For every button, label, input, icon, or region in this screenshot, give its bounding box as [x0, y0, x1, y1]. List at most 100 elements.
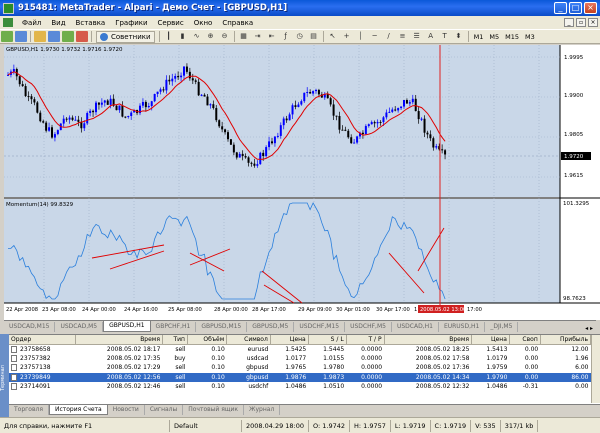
candle-body	[361, 132, 364, 135]
chart-tab[interactable]: EURUSD,H1	[439, 322, 486, 332]
timeframe-m3[interactable]: M3	[522, 33, 538, 41]
child-restore-button[interactable]: ▫	[576, 18, 586, 27]
candle-body	[177, 76, 180, 78]
terminal-tab[interactable]: История Счета	[48, 405, 108, 415]
templates-icon[interactable]: ▤	[308, 31, 320, 42]
column-header[interactable]: Цена	[270, 335, 309, 345]
candle-body	[121, 105, 124, 117]
order-cell: 1.0179	[486, 354, 508, 362]
tile-windows-icon[interactable]: ▦	[238, 31, 250, 42]
terminal-tab[interactable]: Сигналы	[145, 405, 184, 415]
navigator-icon[interactable]	[62, 31, 74, 42]
autoscroll-icon[interactable]: ⇥	[252, 31, 264, 42]
arrows-icon[interactable]: ⬍	[453, 31, 465, 42]
child-minimize-button[interactable]: _	[564, 18, 574, 27]
chart-tab[interactable]: GBPUSD,M15	[196, 322, 248, 332]
menu-charts[interactable]: Графики	[110, 19, 152, 27]
terminal-scrollbar[interactable]	[591, 335, 600, 403]
column-header[interactable]: Цена	[471, 335, 510, 345]
minimize-button[interactable]: _	[554, 2, 567, 14]
candle-body	[303, 92, 306, 102]
menu-help[interactable]: Справка	[217, 19, 258, 27]
chart-tabs-scroll-icon[interactable]: ◂ ▸	[582, 325, 596, 332]
maximize-button[interactable]: □	[569, 2, 582, 14]
column-header[interactable]: Прибыль	[540, 335, 592, 345]
timeframe-m15[interactable]: M15	[502, 33, 522, 41]
candle-body	[367, 124, 370, 127]
chart-tabs: USDCAD,M15 USDCAD,M5 GBPUSD,H1 GBPCHF,H1 GBP…	[4, 320, 596, 332]
menu-view[interactable]: Вид	[46, 19, 70, 27]
line-chart-icon[interactable]: ∿	[191, 31, 203, 42]
order-cell: 2008.05.02 17:36	[415, 364, 470, 372]
chart-tab[interactable]: USDCAD,M15	[4, 322, 56, 332]
order-row[interactable]: 23757138 2008.05.02 17:29 sell 0.10 gbpusd 1.…	[9, 363, 591, 373]
bar-chart-icon[interactable]: ┃	[163, 31, 175, 42]
candle-chart-icon[interactable]: ▮	[177, 31, 189, 42]
chart-tab[interactable]: USDCAD,H1	[392, 322, 439, 332]
order-row[interactable]: 23758658 2008.05.02 18:17 sell 0.10 eurusd 1.…	[9, 344, 591, 354]
horizontal-line-icon[interactable]: ─	[369, 31, 381, 42]
column-header[interactable]: Время	[384, 335, 472, 345]
column-header[interactable]: Своп	[509, 335, 541, 345]
column-header[interactable]: Объём	[187, 335, 228, 345]
periods-icon[interactable]: ◷	[294, 31, 306, 42]
order-row[interactable]: 23714091 2008.05.02 12:46 sell 0.10 usdchf 1.…	[9, 382, 591, 392]
candle-body	[109, 98, 112, 105]
terminal-tab[interactable]: Новости	[108, 405, 145, 415]
column-header[interactable]: Тип	[162, 335, 188, 345]
market-watch-icon[interactable]	[34, 31, 46, 42]
column-header[interactable]: Символ	[226, 335, 271, 345]
child-close-button[interactable]: ×	[588, 18, 598, 27]
order-cell: 0.10	[211, 364, 225, 372]
trendline-icon[interactable]: /	[383, 31, 395, 42]
chart-tab[interactable]: USDCHF,M5	[345, 322, 392, 332]
indicators-icon[interactable]: ƒ	[280, 31, 292, 42]
price-chart[interactable]: 1.9995 1.9900 1.9805 1.9615 1.9720 101.3295 98…	[4, 45, 600, 320]
chart-shift-icon[interactable]: ⇤	[266, 31, 278, 42]
label-icon[interactable]: T	[439, 31, 451, 42]
channel-icon[interactable]: ≡	[397, 31, 409, 42]
chart-tab[interactable]: GBPUSD,M5	[247, 322, 295, 332]
close-button[interactable]: ×	[584, 2, 597, 14]
expert-advisors-button[interactable]: Советники	[96, 30, 155, 43]
order-cell: 0.0000	[361, 354, 383, 362]
chart-tab[interactable]: USDCHF,M15	[294, 322, 346, 332]
menu-tools[interactable]: Сервис	[153, 19, 189, 27]
zoom-out-icon[interactable]: ⊖	[219, 31, 231, 42]
column-header[interactable]: Ордер	[9, 335, 76, 345]
chart-tab[interactable]: GBPCHF,H1	[151, 322, 197, 332]
column-header[interactable]: S / L	[308, 335, 347, 345]
cursor-icon[interactable]: ↖	[327, 31, 339, 42]
crosshair-icon[interactable]: +	[341, 31, 353, 42]
column-header[interactable]: T / P	[346, 335, 385, 345]
candle-body	[150, 101, 153, 107]
vertical-line-icon[interactable]: │	[355, 31, 367, 42]
timeframe-m1[interactable]: M1	[471, 33, 487, 41]
terminal-tab[interactable]: Журнал	[244, 405, 281, 415]
column-header[interactable]: Время	[75, 335, 163, 345]
candle-body	[56, 130, 59, 135]
candle-body	[247, 157, 250, 163]
fibo-icon[interactable]: ☰	[411, 31, 423, 42]
menu-window[interactable]: Окно	[189, 19, 218, 27]
order-row[interactable]: 23757382 2008.05.02 17:35 buy 0.10 usdcad 1.0…	[9, 354, 591, 364]
new-chart-icon[interactable]	[1, 31, 13, 42]
data-window-icon[interactable]	[48, 31, 60, 42]
terminal-icon[interactable]	[76, 31, 88, 42]
menu-file[interactable]: Файл	[17, 19, 46, 27]
zoom-in-icon[interactable]: ⊕	[205, 31, 217, 42]
timeframe-m5[interactable]: M5	[486, 33, 502, 41]
chart-tab[interactable]: GBPUSD,H1	[103, 321, 151, 332]
profiles-icon[interactable]	[15, 31, 27, 42]
chart-tab[interactable]: _DJI,M5	[485, 322, 519, 332]
terminal-tab[interactable]: Торговля	[9, 405, 49, 415]
terminal-tab[interactable]: Почтовый ящик	[183, 405, 245, 415]
order-icon	[11, 354, 17, 362]
chart-tab[interactable]: USDCAD,M5	[55, 322, 104, 332]
order-cell: 1.0510	[323, 383, 345, 391]
text-icon[interactable]: A	[425, 31, 437, 42]
candle-body	[144, 101, 147, 108]
order-row[interactable]: 23739849 2008.05.02 12:56 sell 0.10 gbpusd 1.…	[9, 372, 591, 382]
menu-insert[interactable]: Вставка	[71, 19, 111, 27]
order-cell: 1.9873	[308, 372, 347, 382]
